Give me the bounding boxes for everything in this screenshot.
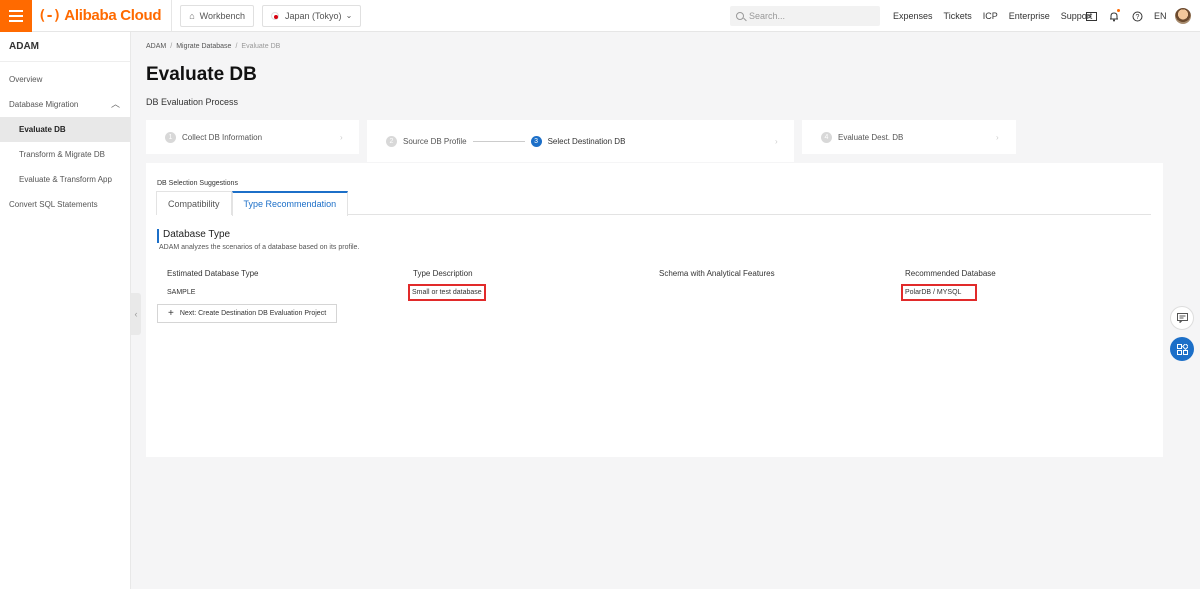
- language-switch[interactable]: EN: [1154, 11, 1167, 21]
- notification-dot: [1117, 9, 1120, 12]
- step-label: Evaluate Dest. DB: [838, 132, 904, 142]
- column-header-recommended-db: Recommended Database: [905, 269, 996, 278]
- hamburger-menu-button[interactable]: [0, 0, 32, 32]
- search-input[interactable]: Search...: [730, 6, 880, 26]
- home-icon: ⌂: [189, 10, 195, 21]
- step-number-active: 3: [530, 135, 542, 147]
- japan-flag-icon: [271, 11, 280, 20]
- sidebar-item-label: Database Migration: [9, 100, 79, 109]
- step-connector: [472, 140, 525, 142]
- top-icons: ? EN: [1085, 0, 1191, 32]
- breadcrumb-current: Evaluate DB: [241, 43, 281, 50]
- apps-button[interactable]: [1170, 337, 1194, 361]
- chevron-up-icon: ︿: [110, 99, 120, 109]
- region-label: Japan (Tokyo): [285, 10, 342, 21]
- column-header-schema-analytical: Schema with Analytical Features: [659, 269, 775, 278]
- step-number: 2: [386, 135, 397, 147]
- avatar[interactable]: [1174, 8, 1191, 24]
- sidebar-collapse-button[interactable]: ‹: [131, 293, 141, 335]
- sidebar-title: ADAM: [0, 32, 130, 62]
- step-evaluate-dest-db[interactable]: 4 Evaluate Dest. DB ›: [802, 120, 1016, 154]
- step-group-active: 2 Source DB Profile 3 Select Destination…: [367, 120, 794, 162]
- cell-type-description-highlighted: Small or test database: [408, 284, 486, 301]
- icp-link[interactable]: ICP: [983, 11, 998, 21]
- search-icon: [736, 12, 744, 20]
- section-title: Database Type: [163, 229, 231, 240]
- next-button-label: Next: Create Destination DB Evaluation P…: [179, 310, 327, 317]
- logo-text: Alibaba Cloud: [64, 7, 162, 24]
- chat-icon: [1176, 313, 1188, 323]
- chevron-left-icon: ‹: [134, 309, 138, 319]
- logo-icon: (-): [38, 7, 61, 24]
- step-number: 4: [821, 131, 832, 143]
- help-icon[interactable]: ?: [1131, 10, 1143, 22]
- apps-grid-icon: [1176, 343, 1188, 355]
- step-number: 1: [165, 131, 176, 143]
- column-header-type-description: Type Description: [413, 269, 473, 278]
- terminal-icon[interactable]: [1085, 10, 1097, 22]
- db-selection-panel: DB Selection Suggestions Compatibility T…: [146, 163, 1163, 457]
- cell-recommended-db-highlighted: PolarDB / MYSQL: [901, 284, 977, 301]
- workbench-button[interactable]: ⌂ Workbench: [180, 4, 255, 27]
- feedback-button[interactable]: [1170, 306, 1194, 330]
- breadcrumb-item[interactable]: Migrate Database: [176, 43, 231, 50]
- step-label-source-db-profile[interactable]: Source DB Profile: [403, 137, 467, 146]
- workbench-label: Workbench: [199, 10, 246, 21]
- tab-compatibility[interactable]: Compatibility: [156, 191, 232, 215]
- step-label-select-destination-db[interactable]: Select Destination DB: [548, 137, 626, 146]
- menu-icon: [9, 9, 23, 22]
- tab-bar: Compatibility Type Recommendation: [156, 191, 1151, 216]
- step-label: Collect DB Information: [182, 132, 263, 142]
- sidebar-item-database-migration[interactable]: Database Migration ︿: [0, 92, 130, 117]
- enterprise-link[interactable]: Enterprise: [1009, 11, 1050, 21]
- chevron-down-icon: ⌄: [345, 11, 353, 20]
- sidebar-item-evaluate-transform-app[interactable]: Evaluate & Transform App: [0, 167, 130, 192]
- sidebar-item-overview[interactable]: Overview: [0, 67, 130, 92]
- region-selector[interactable]: Japan (Tokyo) ⌄: [262, 4, 362, 27]
- sidebar: ADAM Overview Database Migration ︿ Evalu…: [0, 32, 131, 589]
- breadcrumb: ADAM / Migrate Database / Evaluate DB: [146, 43, 281, 50]
- sidebar-item-transform-migrate-db[interactable]: Transform & Migrate DB: [0, 142, 130, 167]
- column-header-estimated-type: Estimated Database Type: [167, 269, 259, 278]
- page-title: Evaluate DB: [146, 64, 257, 85]
- next-create-evaluation-project-button[interactable]: + Next: Create Destination DB Evaluation…: [157, 304, 338, 323]
- db-selection-label: DB Selection Suggestions: [157, 180, 238, 187]
- top-links: Expenses Tickets ICP Enterprise Support: [893, 0, 1103, 32]
- alibaba-cloud-logo[interactable]: (-) Alibaba Cloud: [38, 0, 173, 32]
- plus-icon: +: [168, 308, 174, 319]
- bell-icon[interactable]: [1108, 9, 1120, 22]
- tickets-link[interactable]: Tickets: [944, 11, 972, 21]
- tab-type-recommendation[interactable]: Type Recommendation: [231, 191, 349, 216]
- chevron-right-icon: ›: [775, 136, 778, 146]
- chevron-right-icon: ›: [340, 132, 343, 142]
- process-label: DB Evaluation Process: [146, 97, 239, 107]
- svg-text:?: ?: [1135, 14, 1139, 21]
- breadcrumb-item[interactable]: ADAM: [146, 43, 166, 50]
- chevron-right-icon: ›: [996, 132, 999, 142]
- sidebar-item-evaluate-db[interactable]: Evaluate DB: [0, 117, 130, 142]
- sidebar-item-convert-sql[interactable]: Convert SQL Statements: [0, 192, 130, 217]
- cell-estimated-type: SAMPLE: [167, 289, 196, 296]
- section-accent-bar: [157, 229, 159, 243]
- section-description: ADAM analyzes the scenarios of a databas…: [159, 244, 360, 251]
- step-collect-db-info[interactable]: 1 Collect DB Information ›: [146, 120, 359, 154]
- search-placeholder: Search...: [749, 11, 786, 21]
- expenses-link[interactable]: Expenses: [893, 11, 933, 21]
